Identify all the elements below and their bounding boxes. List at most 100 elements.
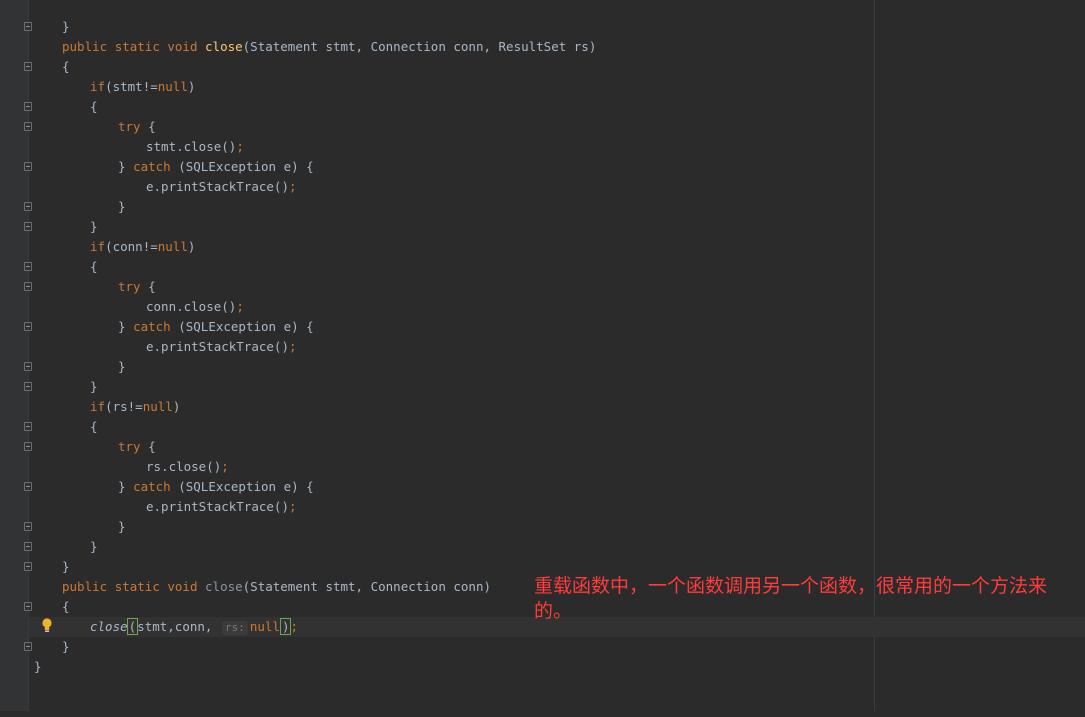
fold-marker-icon[interactable] <box>24 442 32 451</box>
arguments: stmt,conn, <box>137 619 220 634</box>
parameter-list: (Statement stmt, Connection conn) <box>242 579 492 594</box>
keyword: if <box>90 239 106 254</box>
keyword: try <box>118 439 141 454</box>
statement: rs.close() <box>146 459 222 474</box>
code-text: (SQLException e) { <box>170 479 314 494</box>
keyword: static <box>114 579 160 594</box>
keyword: if <box>90 399 106 414</box>
semicolon: ; <box>289 179 297 194</box>
keyword: static <box>114 39 160 54</box>
keyword: void <box>167 39 198 54</box>
code-line: } <box>0 17 1085 37</box>
code-line: conn.close(); <box>0 297 1085 317</box>
statement: conn.close() <box>146 299 237 314</box>
fold-marker-icon[interactable] <box>24 642 32 651</box>
fold-marker-icon[interactable] <box>24 382 32 391</box>
code-line: e.printStackTrace(); <box>0 497 1085 517</box>
opening-brace: { <box>62 599 70 614</box>
statement: e.printStackTrace() <box>146 179 289 194</box>
code-line: { <box>0 417 1085 437</box>
code-line: e.printStackTrace(); <box>0 337 1085 357</box>
code-line: if(stmt!=null) <box>0 77 1085 97</box>
keyword: try <box>118 279 141 294</box>
condition-end: ) <box>187 79 196 94</box>
code-text: (SQLException e) { <box>170 319 314 334</box>
semicolon: ; <box>289 499 297 514</box>
fold-marker-icon[interactable] <box>24 322 32 331</box>
opening-brace: { <box>62 59 70 74</box>
closing-brace: } <box>118 519 126 534</box>
code-text: { <box>140 439 156 454</box>
code-line: } <box>0 637 1085 657</box>
keyword: public <box>62 579 108 594</box>
keyword: null <box>249 619 280 634</box>
fold-marker-icon[interactable] <box>24 522 32 531</box>
keyword: catch <box>133 159 171 174</box>
method-name: close <box>205 39 243 54</box>
closing-brace: } <box>118 359 126 374</box>
opening-brace: { <box>90 99 98 114</box>
semicolon: ; <box>290 619 299 634</box>
keyword: public <box>62 39 108 54</box>
code-line: if(rs!=null) <box>0 397 1085 417</box>
fold-marker-icon[interactable] <box>24 122 32 131</box>
semicolon: ; <box>236 139 244 154</box>
code-line: { <box>0 257 1085 277</box>
opening-brace: { <box>90 259 98 274</box>
condition: (conn!= <box>105 239 158 254</box>
code-line: } <box>0 357 1085 377</box>
fold-marker-icon[interactable] <box>24 262 32 271</box>
opening-brace: { <box>90 419 98 434</box>
code-text: { <box>140 119 156 134</box>
closing-brace: } <box>118 199 126 214</box>
fold-marker-icon[interactable] <box>24 362 32 371</box>
keyword: catch <box>133 479 171 494</box>
fold-marker-icon[interactable] <box>24 62 32 71</box>
code-line: public static void close(Statement stmt,… <box>0 37 1085 57</box>
code-line: } catch (SQLException e) { <box>0 157 1085 177</box>
method-name: close <box>205 579 243 594</box>
closing-brace: } <box>62 559 70 574</box>
parameter-list: (Statement stmt, Connection conn, Result… <box>242 39 597 54</box>
closing-brace: } <box>90 539 98 554</box>
keyword: null <box>157 79 188 94</box>
statement: stmt.close() <box>146 139 237 154</box>
fold-marker-icon[interactable] <box>24 562 32 571</box>
fold-marker-icon[interactable] <box>24 162 32 171</box>
code-line: rs.close(); <box>0 457 1085 477</box>
semicolon: ; <box>221 459 229 474</box>
keyword: void <box>167 579 198 594</box>
keyword: if <box>90 79 106 94</box>
fold-marker-icon[interactable] <box>24 102 32 111</box>
code-text: } <box>118 159 134 174</box>
code-line: e.printStackTrace(); <box>0 177 1085 197</box>
fold-marker-icon[interactable] <box>24 282 32 291</box>
fold-marker-icon[interactable] <box>24 222 32 231</box>
condition: (rs!= <box>105 399 143 414</box>
fold-marker-icon[interactable] <box>24 482 32 491</box>
code-line: } <box>0 197 1085 217</box>
statement: e.printStackTrace() <box>146 339 289 354</box>
code-line: } catch (SQLException e) { <box>0 317 1085 337</box>
semicolon: ; <box>236 299 244 314</box>
keyword: try <box>118 119 141 134</box>
code-line: stmt.close(); <box>0 137 1085 157</box>
code-line: } <box>0 517 1085 537</box>
code-line: } <box>0 537 1085 557</box>
code-line: try { <box>0 117 1085 137</box>
fold-marker-icon[interactable] <box>24 602 32 611</box>
code-line: { <box>0 57 1085 77</box>
fold-marker-icon[interactable] <box>24 422 32 431</box>
parameter-hint: rs: <box>221 621 248 635</box>
code-text: { <box>140 279 156 294</box>
closing-brace: } <box>90 219 98 234</box>
code-line: try { <box>0 437 1085 457</box>
code-text: } <box>118 319 134 334</box>
fold-marker-icon[interactable] <box>24 202 32 211</box>
code-line: } <box>0 217 1085 237</box>
closing-brace: } <box>34 659 42 674</box>
keyword: null <box>157 239 188 254</box>
fold-marker-icon[interactable] <box>24 22 32 31</box>
fold-marker-icon[interactable] <box>24 542 32 551</box>
code-line: try { <box>0 277 1085 297</box>
